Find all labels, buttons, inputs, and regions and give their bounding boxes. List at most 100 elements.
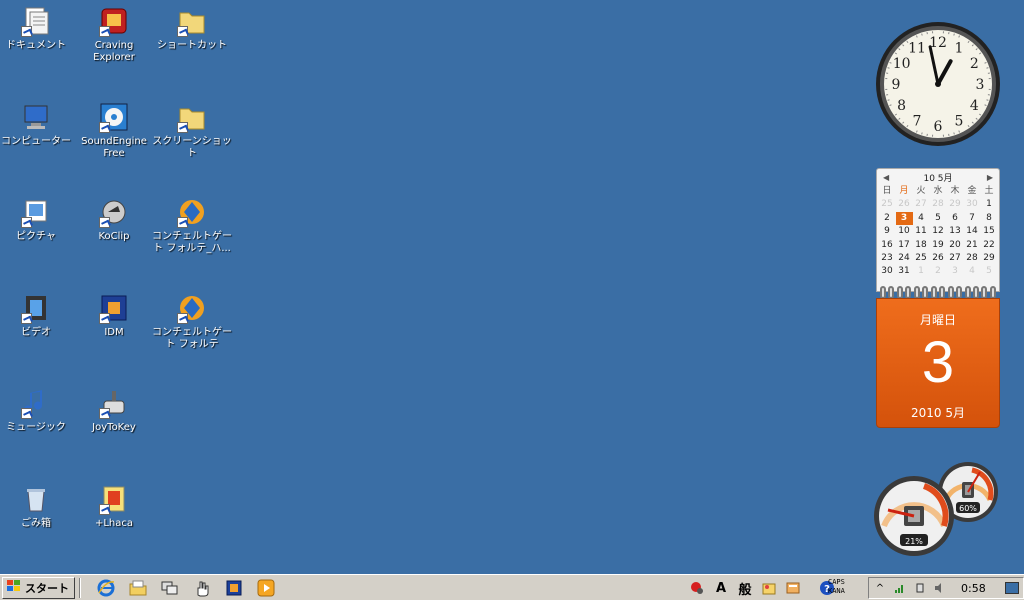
calendar-weekday-header: 火: [916, 186, 926, 196]
taskbar-separator: [79, 577, 81, 598]
calendar-day[interactable]: 5: [930, 212, 947, 225]
clock-tick: [921, 33, 923, 36]
desktop-icon[interactable]: IDM: [74, 291, 154, 339]
calendar-day[interactable]: 29: [981, 252, 998, 265]
ime-conversion-button[interactable]: 般: [736, 579, 754, 598]
input-mode-button[interactable]: A: [712, 579, 730, 597]
calendar-day[interactable]: 30: [879, 265, 896, 278]
calendar-day[interactable]: 18: [913, 239, 930, 252]
volume-icon[interactable]: [933, 581, 947, 595]
kana-label: KANA: [828, 587, 845, 595]
media-play-icon[interactable]: [257, 579, 275, 597]
desktop-icon[interactable]: JoyToKey: [74, 386, 154, 434]
calendar-day[interactable]: 20: [947, 239, 964, 252]
calendar-day[interactable]: 11: [913, 225, 930, 238]
calendar-day[interactable]: 23: [879, 252, 896, 265]
desktop-icon[interactable]: Craving Explorer: [74, 4, 154, 64]
calendar-day[interactable]: 19: [930, 239, 947, 252]
ie-icon[interactable]: [97, 579, 115, 597]
desktop-icon-label: スクリーンショット: [152, 135, 232, 159]
shortcut-arrow-icon: [21, 312, 32, 324]
calendar-day[interactable]: 21: [964, 239, 981, 252]
calendar-day[interactable]: 15: [981, 225, 998, 238]
desktop-icon[interactable]: SoundEngine Free: [74, 100, 154, 160]
calendar-day[interactable]: 7: [964, 212, 981, 225]
desktop-icon[interactable]: ショートカット: [152, 4, 232, 52]
calendar-day[interactable]: 31: [896, 265, 913, 278]
calendar-today[interactable]: 3: [895, 211, 913, 226]
calendar-next-button[interactable]: ▶: [987, 173, 993, 182]
power-plug-icon[interactable]: [913, 581, 927, 595]
desktop-icon[interactable]: ミュージック: [0, 386, 76, 434]
calendar-day[interactable]: 9: [879, 225, 896, 238]
desktop-icon[interactable]: ごみ箱: [0, 482, 76, 530]
calendar-day[interactable]: 28: [964, 252, 981, 265]
calendar-day[interactable]: 10: [896, 225, 913, 238]
calendar-day[interactable]: 1: [913, 265, 930, 278]
documents-icon: [19, 4, 53, 38]
calendar-day[interactable]: 4: [913, 212, 930, 225]
desktop-icon[interactable]: ピクチャ: [0, 195, 76, 243]
calendar-day[interactable]: 12: [930, 225, 947, 238]
calendar-day[interactable]: 22: [981, 239, 998, 252]
calendar-day[interactable]: 2: [930, 265, 947, 278]
desktop-icon[interactable]: スクリーンショット: [152, 100, 232, 160]
calendar-day[interactable]: 1: [981, 198, 998, 211]
calendar-day[interactable]: 16: [879, 239, 896, 252]
clock-number: 3: [976, 77, 985, 93]
explorer-folder-icon[interactable]: [129, 579, 147, 597]
ime-tools-icon[interactable]: [784, 579, 802, 597]
calendar-day[interactable]: 26: [930, 252, 947, 265]
shortcut-arrow-icon: [99, 312, 110, 324]
calendar-day[interactable]: 28: [930, 198, 947, 211]
calendar-prev-button[interactable]: ◀: [883, 173, 889, 182]
calendar-day[interactable]: 2: [879, 212, 896, 225]
calendar-day[interactable]: 8: [981, 212, 998, 225]
ime-pad-icon[interactable]: [760, 579, 778, 597]
tray-clock[interactable]: 0:58: [961, 582, 986, 595]
calendar-weekday-header: 木: [950, 186, 960, 196]
calendar-day[interactable]: 29: [947, 198, 964, 211]
ime-status-icon[interactable]: [688, 579, 706, 597]
calendar-day[interactable]: 26: [896, 198, 913, 211]
desktop-icon[interactable]: コンピューター: [0, 100, 76, 148]
start-button[interactable]: スタート: [2, 576, 75, 599]
desktop-icon[interactable]: +Lhaca: [74, 482, 154, 530]
calendar-day[interactable]: 14: [964, 225, 981, 238]
calendar-day[interactable]: 13: [947, 225, 964, 238]
calendar-day[interactable]: 27: [913, 198, 930, 211]
app-tile-icon[interactable]: [225, 579, 243, 597]
calendar-day[interactable]: 6: [947, 212, 964, 225]
shortcut-arrow-icon: [99, 503, 110, 515]
desktop-icon[interactable]: KoClip: [74, 195, 154, 243]
calendar-day[interactable]: 25: [913, 252, 930, 265]
quick-launch: [97, 579, 275, 597]
music-icon: [19, 386, 53, 420]
calendar-day[interactable]: 25: [879, 198, 896, 211]
koclip-icon: [97, 195, 131, 229]
shortcut-arrow-icon: [177, 217, 188, 228]
desktop-icon[interactable]: コンチェルトゲート フォルテ: [152, 291, 232, 351]
calendar-day[interactable]: 17: [896, 239, 913, 252]
clock-gadget[interactable]: 12 1 2 3 4 5 6 7 8 9 10 11: [874, 20, 1002, 148]
clock-number: 7: [913, 113, 922, 129]
calendar-day[interactable]: 27: [947, 252, 964, 265]
desktop-icon[interactable]: ドキュメント: [0, 4, 76, 52]
calendar-day[interactable]: 30: [964, 198, 981, 211]
desktop-icon[interactable]: コンチェルトゲート フォルテ_ハ...: [152, 195, 232, 255]
calendar-gadget[interactable]: ◀ 10 5月 ▶ 日月火水木金土 25 26 27 28 29 30 1 2 3 4 5 6 7 8 9 10…: [876, 168, 1000, 428]
clock-number: 8: [897, 98, 906, 114]
chevron-up-icon[interactable]: ^: [873, 581, 887, 595]
calendar-day[interactable]: 5: [981, 265, 998, 278]
calendar-day[interactable]: 4: [964, 265, 981, 278]
desktop-icon-label: ビデオ: [21, 326, 51, 338]
calendar-day[interactable]: 24: [896, 252, 913, 265]
calendar-day[interactable]: 3: [947, 265, 964, 278]
desktop-icon[interactable]: ビデオ: [0, 291, 76, 339]
cpu-meter-gadget[interactable]: 60% 21%: [872, 460, 1002, 560]
switch-windows-icon[interactable]: [161, 579, 179, 597]
hand-tool-icon[interactable]: [193, 579, 211, 597]
desktop-icon-label: JoyToKey: [92, 422, 136, 433]
show-desktop-icon[interactable]: [1005, 581, 1019, 595]
signal-icon[interactable]: [893, 581, 907, 595]
